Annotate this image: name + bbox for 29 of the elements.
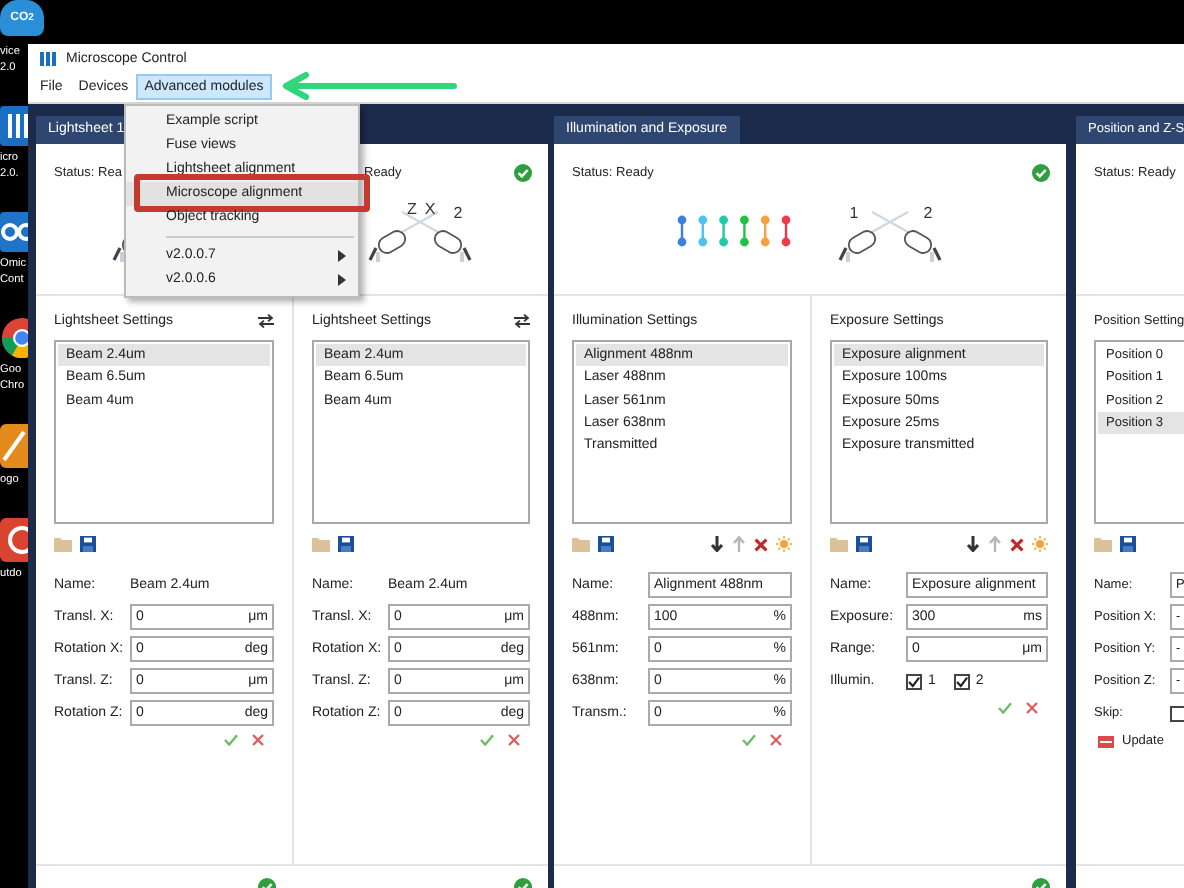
- swap-icon[interactable]: [258, 313, 274, 327]
- minus-icon: [1098, 735, 1114, 747]
- down-arrow-icon[interactable]: [710, 536, 724, 552]
- axis-label: Z: [407, 202, 417, 218]
- down-arrow-icon[interactable]: [966, 536, 980, 552]
- app-icon[interactable]: [0, 106, 28, 146]
- checkbox[interactable]: [1170, 705, 1184, 721]
- cancel-icon[interactable]: [508, 734, 520, 746]
- save-icon[interactable]: [856, 536, 872, 552]
- checkbox[interactable]: [953, 673, 970, 689]
- objective-label: 1: [849, 204, 859, 222]
- axis-label: X: [424, 202, 436, 218]
- app-icon[interactable]: [0, 518, 28, 562]
- objective-label: 2: [923, 204, 933, 222]
- save-icon[interactable]: [598, 536, 614, 552]
- app-icon[interactable]: [0, 212, 28, 252]
- cancel-icon[interactable]: [252, 734, 264, 746]
- cancel-icon[interactable]: [1026, 702, 1038, 714]
- app-icon[interactable]: [0, 424, 28, 468]
- delete-icon[interactable]: [1010, 537, 1024, 551]
- swap-icon[interactable]: [514, 313, 530, 327]
- save-icon[interactable]: [80, 536, 96, 552]
- checkbox[interactable]: [906, 673, 922, 689]
- save-icon[interactable]: [1120, 536, 1136, 552]
- cancel-icon[interactable]: [770, 734, 782, 746]
- app-logo-icon: [40, 51, 56, 65]
- objective-label: 2: [453, 204, 463, 222]
- delete-icon[interactable]: [754, 537, 768, 551]
- save-icon[interactable]: [338, 536, 354, 552]
